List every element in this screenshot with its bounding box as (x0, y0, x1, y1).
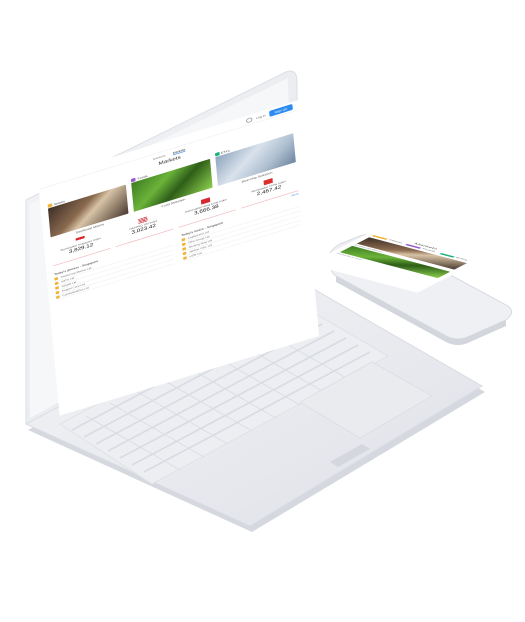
stock-icon (183, 256, 187, 260)
login-link[interactable]: Log in (256, 113, 266, 119)
mockup-stage: Log in Sign Up Markets Markets Markets S… (0, 0, 525, 622)
stock-icon (56, 295, 60, 299)
search-icon[interactable] (245, 116, 253, 124)
